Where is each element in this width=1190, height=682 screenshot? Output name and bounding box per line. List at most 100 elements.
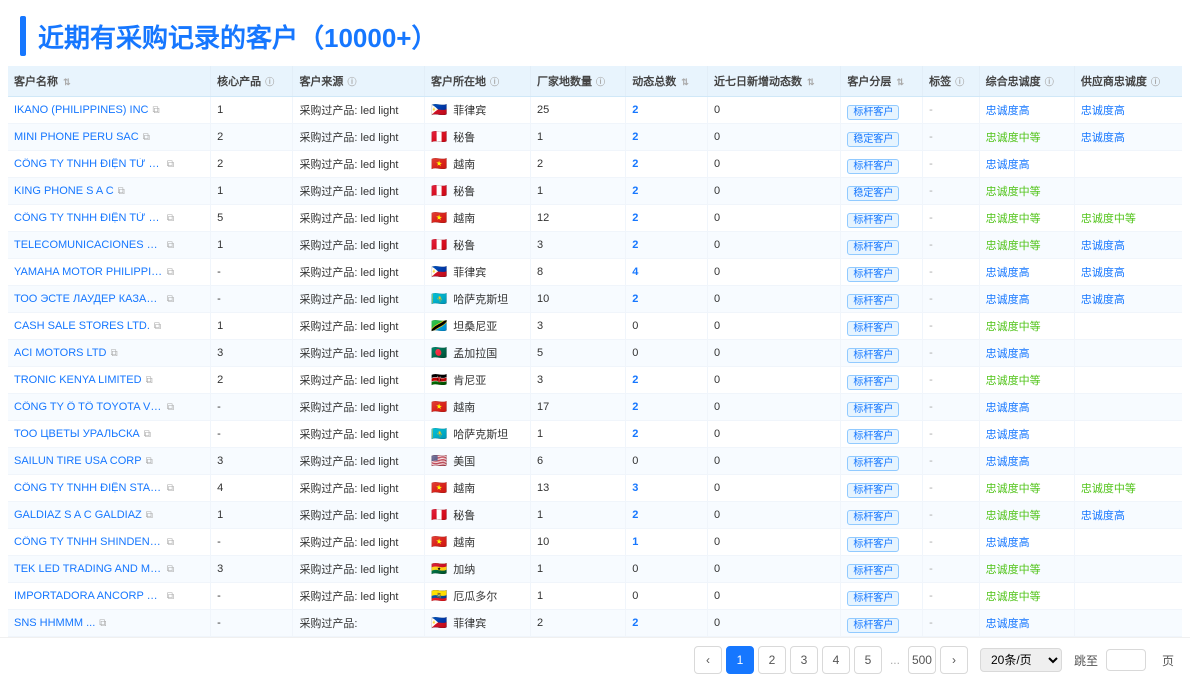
cell-location: 🇹🇿 坦桑尼亚 xyxy=(425,313,531,340)
country-flag: 🇵🇭 xyxy=(431,615,447,631)
cell-source: 采购过产品: led light xyxy=(293,259,425,286)
table-row: YAMAHA MOTOR PHILIPPINES I... ⧉ - 采购过产品:… xyxy=(8,259,1182,286)
cell-supplier-loyalty: 忠诚度高 xyxy=(1074,232,1182,259)
copy-icon[interactable]: ⧉ xyxy=(167,267,174,278)
copy-icon[interactable]: ⧉ xyxy=(152,105,159,116)
cell-total-orders: 0 xyxy=(626,556,708,583)
country-flag: 🇪🇨 xyxy=(431,588,447,604)
copy-icon[interactable]: ⧉ xyxy=(167,537,174,548)
cell-name: IKANO (PHILIPPINES) INC ⧉ xyxy=(8,97,211,124)
col-loyalty[interactable]: 综合忠诚度 ⓘ xyxy=(979,66,1074,97)
cell-tags: - xyxy=(923,259,979,286)
copy-icon[interactable]: ⧉ xyxy=(167,591,174,602)
cell-recent-orders: 0 xyxy=(707,313,840,340)
cell-segment: 稳定客户 xyxy=(841,178,923,205)
cell-source: 采购过产品: led light xyxy=(293,421,425,448)
cell-supplier-loyalty: 忠诚度高 xyxy=(1074,259,1182,286)
country-flag: 🇻🇳 xyxy=(431,534,447,550)
cell-recent-orders: 0 xyxy=(707,502,840,529)
col-segment[interactable]: 客户分层 ⇅ xyxy=(841,66,923,97)
header-accent-bar xyxy=(20,16,26,56)
cell-core-product: - xyxy=(211,583,293,610)
copy-icon[interactable]: ⧉ xyxy=(146,375,153,386)
cell-recent-orders: 0 xyxy=(707,205,840,232)
cell-supplier-count: 1 xyxy=(530,583,625,610)
country-flag: 🇰🇿 xyxy=(431,291,447,307)
country-flag: 🇻🇳 xyxy=(431,210,447,226)
table-row: SNS HHMMM ... ⧉ - 采购过产品: 🇵🇭 菲律宾 2 2 0 标杆… xyxy=(8,610,1182,637)
cell-supplier-count: 1 xyxy=(530,178,625,205)
cell-core-product: 2 xyxy=(211,367,293,394)
cell-location: 🇬🇭 加纳 xyxy=(425,556,531,583)
cell-loyalty: 忠诚度中等 xyxy=(979,124,1074,151)
cell-name: SNS HHMMM ... ⧉ xyxy=(8,610,211,637)
cell-total-orders: 2 xyxy=(626,124,708,151)
cell-total-orders: 2 xyxy=(626,367,708,394)
next-page-button[interactable]: › xyxy=(940,646,968,674)
copy-icon[interactable]: ⧉ xyxy=(99,618,106,629)
cell-supplier-loyalty xyxy=(1074,556,1182,583)
col-supplier-loyalty[interactable]: 供应商忠诚度 ⓘ xyxy=(1074,66,1182,97)
page-5-button[interactable]: 5 xyxy=(854,646,882,674)
copy-icon[interactable]: ⧉ xyxy=(167,402,174,413)
col-supplier-count[interactable]: 厂家地数量 ⓘ xyxy=(530,66,625,97)
cell-loyalty: 忠诚度高 xyxy=(979,394,1074,421)
country-flag: 🇰🇪 xyxy=(431,372,447,388)
table-header-row: 客户名称 ⇅ 核心产品 ⓘ 客户来源 ⓘ 客户所在地 ⓘ 厂家地数量 ⓘ 动态总… xyxy=(8,66,1182,97)
col-core-product[interactable]: 核心产品 ⓘ xyxy=(211,66,293,97)
copy-icon[interactable]: ⧉ xyxy=(167,159,174,170)
cell-segment: 标杆客户 xyxy=(841,97,923,124)
cell-name: CÔNG TY TNHH ĐIỆN STANLEY... ⧉ xyxy=(8,475,211,502)
cell-supplier-loyalty xyxy=(1074,421,1182,448)
cell-recent-orders: 0 xyxy=(707,286,840,313)
cell-total-orders: 2 xyxy=(626,178,708,205)
col-location[interactable]: 客户所在地 ⓘ xyxy=(425,66,531,97)
cell-recent-orders: 0 xyxy=(707,367,840,394)
copy-icon[interactable]: ⧉ xyxy=(111,348,118,359)
page-2-button[interactable]: 2 xyxy=(758,646,786,674)
col-name[interactable]: 客户名称 ⇅ xyxy=(8,66,211,97)
table-row: CÔNG TY TNHH ĐIỆN TỪ SNC ... ⧉ 2 采购过产品: … xyxy=(8,151,1182,178)
cell-recent-orders: 0 xyxy=(707,475,840,502)
goto-label: 跳至 xyxy=(1074,652,1098,669)
goto-input[interactable] xyxy=(1106,649,1146,671)
col-recent-orders[interactable]: 近七日新增动态数 ⇅ xyxy=(707,66,840,97)
copy-icon[interactable]: ⧉ xyxy=(167,240,174,251)
copy-icon[interactable]: ⧉ xyxy=(167,483,174,494)
cell-supplier-loyalty: 忠诚度中等 xyxy=(1074,475,1182,502)
cell-core-product: - xyxy=(211,394,293,421)
col-source[interactable]: 客户来源 ⓘ xyxy=(293,66,425,97)
page-size-select[interactable]: 20条/页 50条/页 100条/页 xyxy=(980,648,1062,672)
copy-icon[interactable]: ⧉ xyxy=(118,186,125,197)
copy-icon[interactable]: ⧉ xyxy=(154,321,161,332)
cell-supplier-count: 1 xyxy=(530,502,625,529)
page-4-button[interactable]: 4 xyxy=(822,646,850,674)
copy-icon[interactable]: ⧉ xyxy=(167,213,174,224)
cell-tags: - xyxy=(923,205,979,232)
page-3-button[interactable]: 3 xyxy=(790,646,818,674)
cell-recent-orders: 0 xyxy=(707,178,840,205)
page-1-button[interactable]: 1 xyxy=(726,646,754,674)
cell-total-orders: 3 xyxy=(626,475,708,502)
copy-icon[interactable]: ⧉ xyxy=(143,132,150,143)
table-row: KING PHONE S A C ⧉ 1 采购过产品: led light 🇵🇪… xyxy=(8,178,1182,205)
cell-core-product: 3 xyxy=(211,556,293,583)
cell-supplier-loyalty xyxy=(1074,340,1182,367)
copy-icon[interactable]: ⧉ xyxy=(144,429,151,440)
country-name: 孟加拉国 xyxy=(453,345,497,361)
table-row: ТОО ЭСТЕ ЛАУДЕР КАЗАХСТАН ⧉ - 采购过产品: led… xyxy=(8,286,1182,313)
cell-recent-orders: 0 xyxy=(707,421,840,448)
copy-icon[interactable]: ⧉ xyxy=(146,456,153,467)
copy-icon[interactable]: ⧉ xyxy=(167,294,174,305)
prev-page-button[interactable]: ‹ xyxy=(694,646,722,674)
cell-total-orders: 2 xyxy=(626,205,708,232)
cell-core-product: 1 xyxy=(211,178,293,205)
copy-icon[interactable]: ⧉ xyxy=(146,510,153,521)
col-tags[interactable]: 标签 ⓘ xyxy=(923,66,979,97)
last-page-button[interactable]: 500 xyxy=(908,646,936,674)
cell-total-orders: 4 xyxy=(626,259,708,286)
col-total-orders[interactable]: 动态总数 ⇅ xyxy=(626,66,708,97)
copy-icon[interactable]: ⧉ xyxy=(167,564,174,575)
cell-tags: - xyxy=(923,286,979,313)
table-row: GALDIAZ S A C GALDIAZ ⧉ 1 采购过产品: led lig… xyxy=(8,502,1182,529)
